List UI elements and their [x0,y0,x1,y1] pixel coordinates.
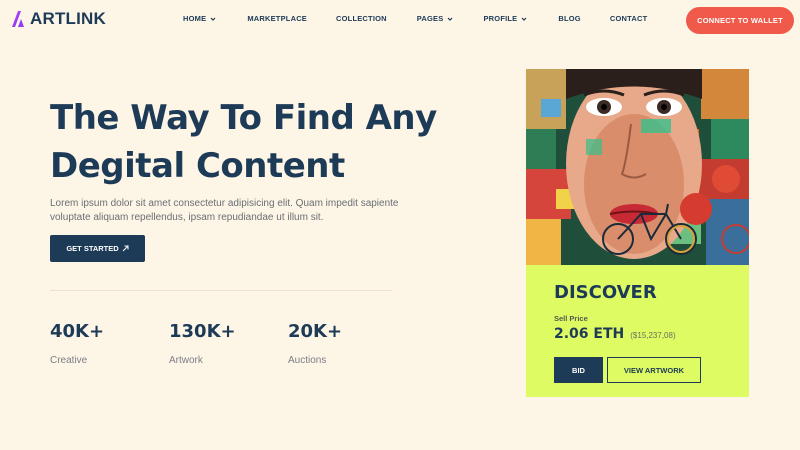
hero-description: Lorem ipsum dolor sit amet consectetur a… [50,198,399,223]
stat-label: Auctions [288,355,327,366]
nav-item-contact[interactable]: CONTACT [610,14,648,23]
hero-title-line: The Way To Find Any [50,98,437,138]
stat-value: 130K+ [169,321,236,342]
sell-price-label: Sell Price [554,314,588,323]
stat-value: 20K+ [288,321,343,342]
nav-item-label: BLOG [558,14,581,23]
artwork-card: DISCOVER Sell Price 2.06 ETH ($15,237,08… [526,69,749,397]
nav-item-label: COLLECTION [336,14,387,23]
nav-item-pages[interactable]: PAGES [417,14,454,23]
logo-icon [12,11,24,27]
chevron-down-icon [210,17,216,21]
stat-creative: 40K+ Creative [50,321,104,366]
card-price: 2.06 ETH ($15,237,08) [554,326,676,342]
get-started-label: GET STARTED [66,244,119,253]
brand-logo[interactable]: ARTLINK [10,9,106,29]
nav-item-label: PROFILE [483,14,518,23]
nav-item-label: MARKETPLACE [247,14,308,23]
price-eth: 2.06 ETH [554,326,625,342]
artwork-illustration [526,69,749,265]
stat-auctions: 20K+ Auctions [288,321,342,366]
price-usd: ($15,237,08) [630,331,676,340]
stat-value: 40K+ [50,321,105,342]
nav-item-blog[interactable]: BLOG [558,14,580,23]
nav-item-label: PAGES [416,14,444,23]
nav-item-marketplace[interactable]: MARKETPLACE [247,14,307,23]
main-nav: HOME MARKETPLACE COLLECTION PAGES PROFIL… [183,14,647,23]
nav-item-collection[interactable]: COLLECTION [336,14,387,23]
nav-item-label: HOME [183,14,207,23]
stat-label: Creative [50,355,88,366]
hero-divider [50,290,392,291]
view-artwork-button[interactable]: VIEW ARTWORK [607,357,701,383]
hero-title-line: Degital Content [50,146,345,186]
hero-title: The Way To Find Any Degital Content [50,94,437,190]
chevron-down-icon [448,17,453,21]
card-title: DISCOVER [554,282,657,303]
chevron-down-icon [521,17,527,21]
connect-wallet-button[interactable]: CONNECT TO WALLET [686,7,794,34]
nav-item-label: CONTACT [609,14,648,23]
stat-artwork: 130K+ Artwork [169,321,236,366]
get-started-button[interactable]: GET STARTED [50,235,145,262]
nav-item-home[interactable]: HOME [183,14,216,23]
artwork-image[interactable] [526,69,749,265]
arrow-up-right-icon [122,245,129,252]
nav-item-profile[interactable]: PROFILE [483,14,527,23]
stat-label: Artwork [169,355,203,366]
site-header: ARTLINK HOME MARKETPLACE COLLECTION PAGE… [0,0,800,40]
brand-name: ARTLINK [30,9,106,28]
bid-button[interactable]: BID [554,357,603,383]
